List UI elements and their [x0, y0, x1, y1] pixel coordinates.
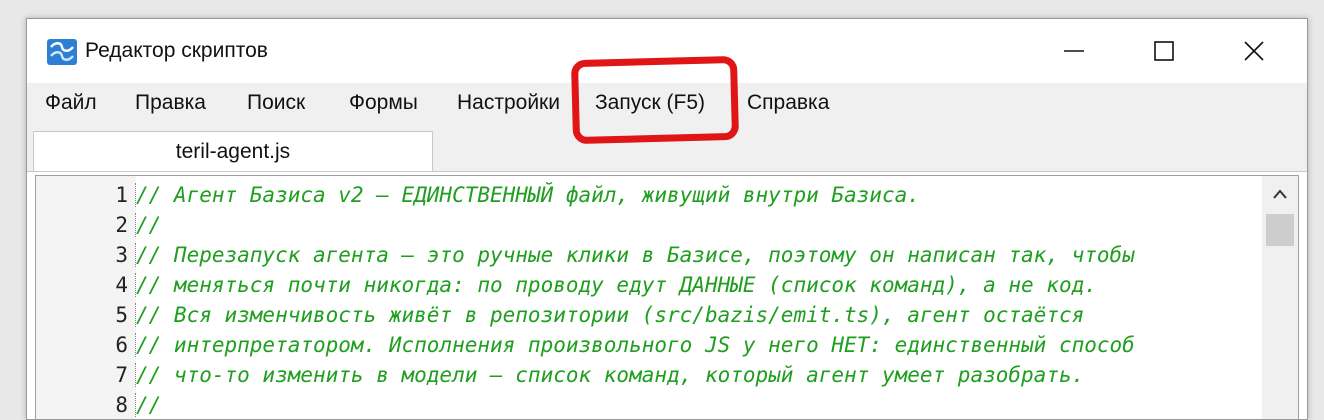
code-text: // Вся изменчивость живёт в репозитории … — [136, 303, 1085, 327]
close-icon — [1244, 41, 1264, 61]
tab-strip: teril-agent.js — [27, 125, 1307, 172]
code-editor[interactable]: 1 // Агент Базиса v2 — ЕДИНСТВЕННЫЙ файл… — [35, 175, 1299, 419]
code-text: // Перезапуск агента — это ручные клики … — [136, 243, 1135, 267]
window-title: Редактор скриптов — [85, 39, 268, 62]
code-line: 5 // Вся изменчивость живёт в репозитори… — [36, 300, 1258, 330]
scroll-thumb[interactable] — [1266, 214, 1294, 246]
menu-search[interactable]: Поиск — [247, 91, 305, 115]
code-text: // Агент Базиса v2 — ЕДИНСТВЕННЫЙ файл, … — [136, 183, 920, 207]
code-line: 3 // Перезапуск агента — это ручные клик… — [36, 240, 1258, 270]
code-text: // — [136, 393, 162, 417]
menu-file[interactable]: Файл — [45, 91, 97, 115]
code-line: 4 // меняться почти никогда: по проводу … — [36, 270, 1258, 300]
code-line: 8 // — [36, 390, 1258, 419]
vertical-scrollbar[interactable] — [1262, 176, 1298, 419]
menu-help[interactable]: Справка — [747, 91, 829, 115]
minimize-icon — [1064, 50, 1084, 52]
code-line: 7 // что-то изменить в модели — список к… — [36, 360, 1258, 390]
menu-bar: Файл Правка Поиск Формы Настройки Запуск… — [27, 83, 1307, 125]
minimize-button[interactable] — [1029, 19, 1119, 83]
code-line: 1 // Агент Базиса v2 — ЕДИНСТВЕННЫЙ файл… — [36, 180, 1258, 210]
close-button[interactable] — [1209, 19, 1299, 83]
code-text: // что-то изменить в модели — список ком… — [136, 363, 1085, 387]
line-number: 7 — [115, 363, 128, 387]
line-number: 4 — [115, 273, 128, 297]
line-number: 5 — [115, 303, 128, 327]
menu-settings[interactable]: Настройки — [457, 91, 560, 115]
code-text: // интерпретатором. Исполнения произволь… — [136, 333, 1135, 357]
maximize-button[interactable] — [1119, 19, 1209, 83]
scroll-up-button[interactable] — [1262, 176, 1298, 212]
line-number: 6 — [115, 333, 128, 357]
code-line: 6 // интерпретатором. Исполнения произво… — [36, 330, 1258, 360]
app-icon — [47, 39, 77, 65]
title-bar[interactable]: Редактор скриптов — [27, 19, 1307, 83]
code-line: 2 // — [36, 210, 1258, 240]
menu-run[interactable]: Запуск (F5) — [595, 91, 705, 115]
menu-forms[interactable]: Формы — [349, 91, 418, 115]
code-text: // — [136, 213, 162, 237]
line-number: 3 — [115, 243, 128, 267]
tab-teril-agent[interactable]: teril-agent.js — [33, 131, 433, 171]
line-number: 1 — [115, 183, 128, 207]
code-text: // меняться почти никогда: по проводу ед… — [136, 273, 1097, 297]
line-number: 2 — [115, 213, 128, 237]
maximize-icon — [1154, 41, 1174, 61]
chevron-up-icon — [1273, 189, 1287, 199]
menu-edit[interactable]: Правка — [135, 91, 206, 115]
tab-label: teril-agent.js — [175, 140, 291, 163]
script-editor-window: Редактор скриптов Файл Правка Поиск Форм… — [26, 18, 1308, 420]
line-number: 8 — [115, 393, 128, 417]
